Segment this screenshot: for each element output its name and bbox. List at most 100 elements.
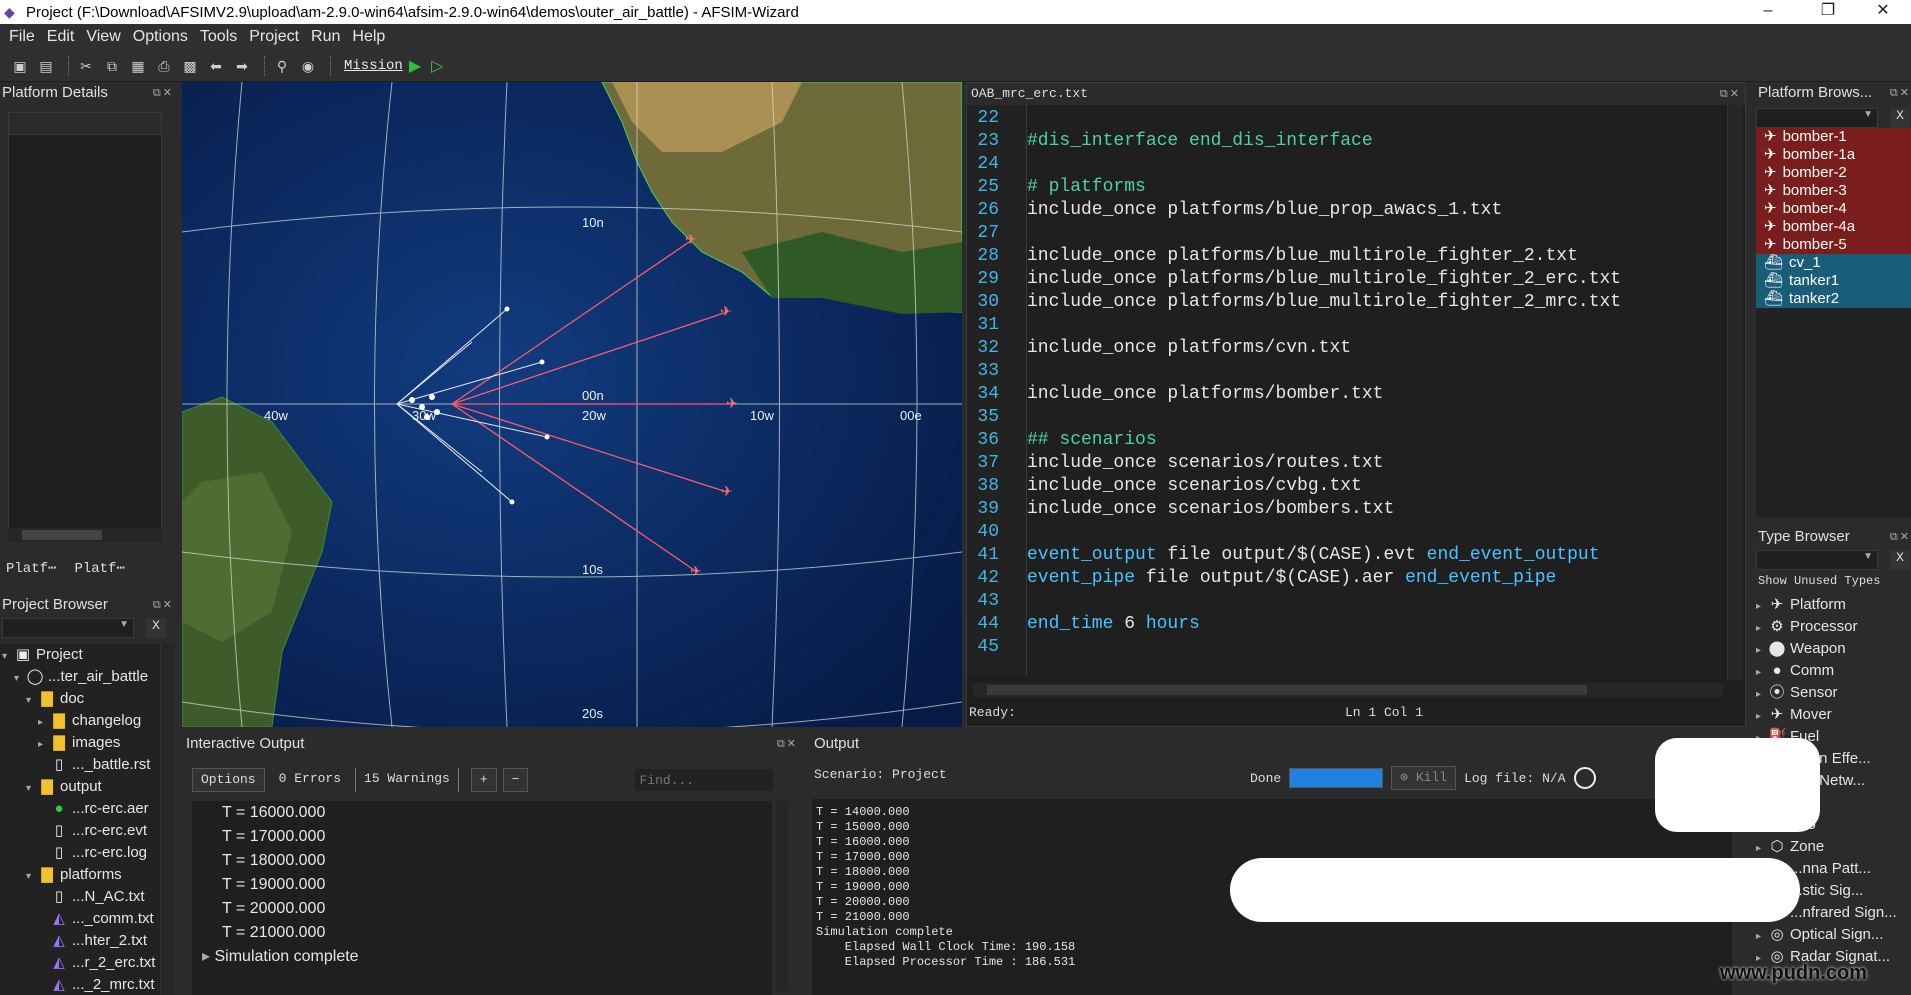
collapse-all-button[interactable]: − [502, 768, 529, 792]
expand-all-button[interactable]: + [470, 768, 497, 792]
find-input[interactable] [634, 768, 775, 792]
type-tree-item[interactable]: ▸ ● Comm [1756, 660, 1911, 682]
code-line[interactable]: 32 include_once platforms/cvn.txt [967, 337, 1697, 360]
clear-filter-button[interactable]: X [146, 618, 166, 638]
expand-arrow-icon[interactable]: ▸ [1756, 618, 1768, 640]
code-line[interactable]: 29 include_once platforms/blue_multirole_… [967, 268, 1697, 291]
platform-list-item[interactable]: ⛴ tanker1 [1756, 272, 1911, 290]
expand-arrow-icon[interactable]: ▸ [1756, 706, 1768, 728]
warnings-filter[interactable]: 15 Warnings [355, 768, 459, 792]
menu-project[interactable]: Project [249, 28, 299, 46]
type-tree-item[interactable]: ▸ ✈ Platform [1756, 594, 1911, 616]
save-all-icon[interactable]: ▤ [36, 56, 56, 76]
type-tree-item[interactable]: ▸ ⦿ Sensor [1756, 682, 1911, 704]
menu-run[interactable]: Run [311, 28, 340, 46]
scroll-thumb[interactable] [22, 530, 102, 540]
tab-platform-1[interactable]: Platf⋯ [6, 560, 56, 582]
code-line[interactable]: 22 [967, 107, 1697, 130]
expand-arrow-icon[interactable]: ▸ [38, 712, 50, 734]
options-button[interactable]: Options [192, 768, 265, 792]
expand-arrow-icon[interactable]: ▸ [1756, 684, 1768, 706]
code-line[interactable]: 44 end_time 6 hours [967, 613, 1697, 636]
platform-list-item[interactable]: ✈ bomber-5 [1756, 236, 1911, 254]
platform-list-item[interactable]: ✈ bomber-4a [1756, 218, 1911, 236]
project-tree-item[interactable]: ▯ ...rc-erc.log [0, 842, 160, 864]
expand-arrow-icon[interactable]: ▾ [14, 668, 26, 690]
project-tree-item[interactable]: ▾ ▣ Project [0, 644, 160, 666]
code-line[interactable]: 39 include_once scenarios/bombers.txt [967, 498, 1697, 521]
code-line[interactable]: 40 [967, 521, 1697, 544]
project-tree-item[interactable]: ◭ ...hter_2.txt [0, 930, 160, 952]
mission-dropdown[interactable]: Mission [344, 58, 403, 74]
project-tree-item[interactable]: ◭ ...r_2_erc.txt [0, 952, 160, 974]
panel-float-close-icon[interactable]: ⧉✕ [777, 737, 798, 751]
map-canvas[interactable]: ✈ ✈ ✈ ✈ ✈ 10n 00n 10s 20s 40w 30w 20w 10w 00… [182, 82, 962, 727]
paste-icon[interactable]: ▦ [128, 56, 148, 76]
editor-vertical-scrollbar[interactable] [1727, 105, 1743, 680]
expand-arrow-icon[interactable]: ▸ [202, 948, 214, 965]
code-line[interactable]: 31 [967, 314, 1697, 337]
cut-icon[interactable]: ✂ [76, 56, 96, 76]
close-button[interactable]: ✕ [1855, 0, 1911, 24]
expand-arrow-icon[interactable]: ▸ [1756, 926, 1768, 948]
panel-float-close-icon[interactable]: ⧉✕ [1890, 530, 1911, 544]
restore-button[interactable]: ❐ [1800, 0, 1856, 24]
code-line[interactable]: 33 [967, 360, 1697, 383]
editor-horizontal-scrollbar[interactable] [973, 683, 1723, 697]
code-line[interactable]: 43 [967, 590, 1697, 613]
output-message[interactable]: T = 20000.000 [192, 897, 772, 921]
type-tree-item[interactable]: ▸ ◎ Optical Sign... [1756, 924, 1911, 946]
panel-float-close-icon[interactable]: ⧉✕ [1890, 86, 1911, 100]
clear-filter-button[interactable]: X [1890, 550, 1910, 570]
expand-arrow-icon[interactable]: ▸ [1756, 640, 1768, 662]
code-line[interactable]: 25 # platforms [967, 176, 1697, 199]
type-tree-item[interactable]: ▸ ⚙ Processor [1756, 616, 1911, 638]
code-line[interactable]: 24 [967, 153, 1697, 176]
project-tree-item[interactable]: ▸ ▇ changelog [0, 710, 160, 732]
menu-tools[interactable]: Tools [200, 28, 237, 46]
code-line[interactable]: 35 [967, 406, 1697, 429]
menu-view[interactable]: View [86, 28, 120, 46]
project-tree-item[interactable]: ◭ ..._comm.txt [0, 908, 160, 930]
menu-file[interactable]: File [9, 28, 35, 46]
platform-list-item[interactable]: ✈ bomber-4 [1756, 200, 1911, 218]
code-line[interactable]: 41 event_output file output/$(CASE).evt e… [967, 544, 1697, 567]
refresh-icon[interactable] [1573, 767, 1596, 789]
project-filter-input[interactable]: ▼ [2, 618, 134, 638]
code-line[interactable]: 45 [967, 636, 1697, 659]
project-tree-item[interactable]: ▾ ▇ output [0, 776, 160, 798]
vertical-scrollbar[interactable] [160, 644, 174, 995]
chevron-down-icon[interactable]: ▼ [119, 619, 129, 630]
platform-list-item[interactable]: ✈ bomber-2 [1756, 164, 1911, 182]
editor-tab[interactable]: OAB_mrc_erc.txt [967, 83, 1745, 105]
platform-list-item[interactable]: ✈ bomber-1a [1756, 146, 1911, 164]
expand-arrow-icon[interactable]: ▾ [26, 690, 38, 712]
expand-arrow-icon[interactable]: ▸ [1756, 838, 1768, 860]
menu-options[interactable]: Options [133, 28, 188, 46]
minimize-button[interactable]: – [1740, 0, 1796, 24]
expand-arrow-icon[interactable]: ▸ [1756, 662, 1768, 684]
eye-icon[interactable]: ◉ [298, 56, 318, 76]
chevron-down-icon[interactable]: ▼ [1863, 109, 1873, 120]
debug-run-icon[interactable]: ▷ [431, 56, 443, 76]
code-area[interactable]: 22 23 #dis_interface end_dis_interface 24 25… [967, 107, 1697, 677]
code-line[interactable]: 26 include_once platforms/blue_prop_awacs… [967, 199, 1697, 222]
project-tree-item[interactable]: ▸ ▇ images [0, 732, 160, 754]
run-icon[interactable]: ▶ [409, 56, 421, 76]
project-tree-item[interactable]: ▯ ..._battle.rst [0, 754, 160, 776]
code-line[interactable]: 36 ## scenarios [967, 429, 1697, 452]
type-filter-input[interactable]: ▼ [1756, 550, 1878, 570]
output-message[interactable]: T = 19000.000 [192, 873, 772, 897]
output-message[interactable]: T = 18000.000 [192, 849, 772, 873]
back-arrow-icon[interactable]: ⬅ [206, 56, 226, 76]
project-tree-item[interactable]: ▾ ▇ doc [0, 688, 160, 710]
platform-list-item[interactable]: ✈ bomber-1 [1756, 128, 1911, 146]
project-tree-item[interactable]: ▯ ...N_AC.txt [0, 886, 160, 908]
map-view[interactable]: ✈ ✈ ✈ ✈ ✈ 10n 00n 10s 20s 40w 30w 20w 10w 00… [182, 82, 962, 727]
kill-button[interactable]: ⊗ Kill [1391, 766, 1457, 790]
type-tree-item[interactable]: ▸ ⬤ Weapon [1756, 638, 1911, 660]
code-line[interactable]: 28 include_once platforms/blue_multirole_… [967, 245, 1697, 268]
tab-platform-2[interactable]: Platf⋯ [74, 560, 124, 582]
save-icon[interactable]: ▣ [10, 56, 30, 76]
find-files-icon[interactable]: ▩ [180, 56, 200, 76]
